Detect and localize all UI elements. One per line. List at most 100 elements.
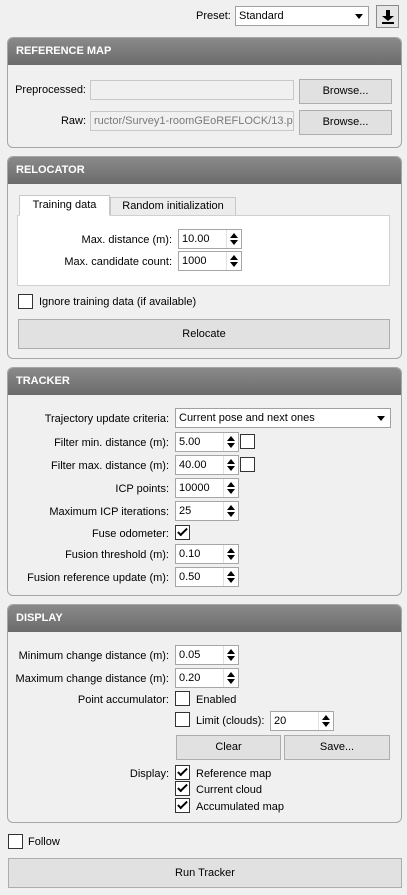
up-arrow-icon[interactable]	[227, 436, 235, 441]
raw-field[interactable]: ructor/Survey1-roomGEoREFLOCK/13.ply	[90, 111, 294, 131]
tab-training-data[interactable]: Training data	[19, 195, 110, 216]
max-icp-spinbox[interactable]: 25	[175, 501, 239, 521]
spin-arrows[interactable]	[223, 433, 238, 451]
reference-map-header: REFERENCE MAP	[8, 38, 401, 65]
down-arrow-icon[interactable]	[230, 240, 238, 245]
filter-min-label: Filter min. distance (m):	[54, 437, 169, 449]
clear-button[interactable]: Clear	[176, 735, 281, 760]
run-tracker-button[interactable]: Run Tracker	[8, 858, 402, 888]
chevron-down-icon	[377, 416, 385, 421]
fusion-threshold-value: 0.10	[179, 548, 201, 560]
checkmark-icon	[177, 765, 188, 777]
tracker-header: TRACKER	[8, 368, 401, 395]
icp-points-label: ICP points:	[115, 483, 169, 495]
ignore-training-checkbox[interactable]	[18, 294, 33, 309]
preprocessed-browse-button[interactable]: Browse...	[299, 79, 392, 104]
fusion-threshold-label: Fusion threshold (m):	[65, 549, 169, 561]
down-arrow-icon[interactable]	[227, 512, 235, 517]
reference-map-option-label: Reference map	[196, 768, 272, 780]
save-button[interactable]: Save...	[284, 735, 390, 760]
fusion-ref-label: Fusion reference update (m):	[27, 572, 169, 584]
max-change-label: Maximum change distance (m):	[15, 673, 169, 685]
checkmark-icon	[177, 525, 188, 537]
checkmark-icon	[177, 798, 188, 810]
preset-value: Standard	[239, 10, 284, 22]
down-arrow-icon[interactable]	[227, 656, 235, 661]
trajectory-value: Current pose and next ones	[179, 412, 315, 424]
spin-arrows[interactable]	[223, 479, 238, 497]
fuse-odometer-checkbox[interactable]	[175, 525, 190, 540]
relocate-button[interactable]: Relocate	[18, 319, 390, 349]
download-button[interactable]	[376, 5, 399, 28]
current-cloud-option-label: Current cloud	[196, 784, 263, 796]
trajectory-select[interactable]: Current pose and next ones	[175, 408, 391, 428]
up-arrow-icon[interactable]	[227, 649, 235, 654]
point-accumulator-label: Point accumulator:	[77, 694, 169, 706]
max-distance-spinbox[interactable]: 10.00	[178, 229, 242, 249]
spin-arrows[interactable]	[223, 456, 238, 474]
spin-arrows[interactable]	[223, 646, 238, 664]
spin-arrows[interactable]	[223, 545, 238, 563]
raw-browse-button[interactable]: Browse...	[299, 110, 392, 135]
max-candidate-spinbox[interactable]: 1000	[178, 251, 242, 271]
follow-label: Follow	[28, 836, 60, 848]
max-change-spinbox[interactable]: 0.20	[175, 668, 239, 688]
fusion-threshold-spinbox[interactable]: 0.10	[175, 544, 239, 564]
max-distance-value: 10.00	[182, 233, 210, 245]
max-candidate-value: 1000	[182, 255, 207, 267]
up-arrow-icon[interactable]	[227, 459, 235, 464]
preset-select[interactable]: Standard	[235, 6, 369, 26]
up-arrow-icon[interactable]	[227, 672, 235, 677]
trajectory-label: Trajectory update criteria:	[44, 413, 169, 425]
down-arrow-icon[interactable]	[230, 262, 238, 267]
reference-map-checkbox[interactable]	[175, 765, 190, 780]
accumulated-map-option-label: Accumulated map	[196, 801, 285, 813]
enabled-label: Enabled	[196, 694, 237, 706]
download-icon	[382, 10, 394, 24]
fusion-ref-spinbox[interactable]: 0.50	[175, 567, 239, 587]
limit-checkbox[interactable]	[175, 712, 190, 727]
current-cloud-checkbox[interactable]	[175, 781, 190, 796]
min-change-spinbox[interactable]: 0.05	[175, 645, 239, 665]
chevron-down-icon	[355, 14, 363, 19]
up-arrow-icon[interactable]	[227, 571, 235, 576]
down-arrow-icon[interactable]	[227, 679, 235, 684]
up-arrow-icon[interactable]	[322, 715, 330, 720]
up-arrow-icon[interactable]	[227, 505, 235, 510]
min-change-label: Minimum change distance (m):	[18, 650, 169, 662]
fusion-ref-value: 0.50	[179, 571, 201, 583]
up-arrow-icon[interactable]	[230, 255, 238, 260]
follow-checkbox[interactable]	[8, 834, 23, 849]
filter-max-spinbox[interactable]: 40.00	[175, 455, 239, 475]
spin-arrows[interactable]	[223, 502, 238, 520]
down-arrow-icon[interactable]	[227, 443, 235, 448]
tab-random-initialization[interactable]: Random initialization	[110, 197, 236, 216]
filter-min-checkbox[interactable]	[240, 434, 255, 449]
enabled-checkbox[interactable]	[175, 691, 190, 706]
spin-arrows[interactable]	[226, 230, 241, 248]
spin-arrows[interactable]	[223, 568, 238, 586]
down-arrow-icon[interactable]	[322, 722, 330, 727]
up-arrow-icon[interactable]	[227, 548, 235, 553]
spin-arrows[interactable]	[318, 712, 333, 730]
max-change-value: 0.20	[179, 672, 201, 684]
fuse-odometer-label: Fuse odometer:	[91, 528, 169, 540]
spin-arrows[interactable]	[226, 252, 241, 270]
preprocessed-field[interactable]	[90, 80, 294, 100]
down-arrow-icon[interactable]	[227, 578, 235, 583]
display-label: Display:	[129, 768, 169, 780]
preprocessed-label: Preprocessed:	[15, 84, 86, 96]
limit-spinbox[interactable]: 20	[270, 711, 334, 731]
down-arrow-icon[interactable]	[227, 466, 235, 471]
spin-arrows[interactable]	[223, 669, 238, 687]
down-arrow-icon[interactable]	[227, 489, 235, 494]
preset-label: Preset:	[196, 10, 231, 22]
down-arrow-icon[interactable]	[227, 555, 235, 560]
up-arrow-icon[interactable]	[230, 233, 238, 238]
accumulated-map-checkbox[interactable]	[175, 798, 190, 813]
filter-max-checkbox[interactable]	[240, 457, 255, 472]
max-icp-label: Maximum ICP iterations:	[49, 506, 169, 518]
filter-min-spinbox[interactable]: 5.00	[175, 432, 239, 452]
up-arrow-icon[interactable]	[227, 482, 235, 487]
icp-points-spinbox[interactable]: 10000	[175, 478, 239, 498]
